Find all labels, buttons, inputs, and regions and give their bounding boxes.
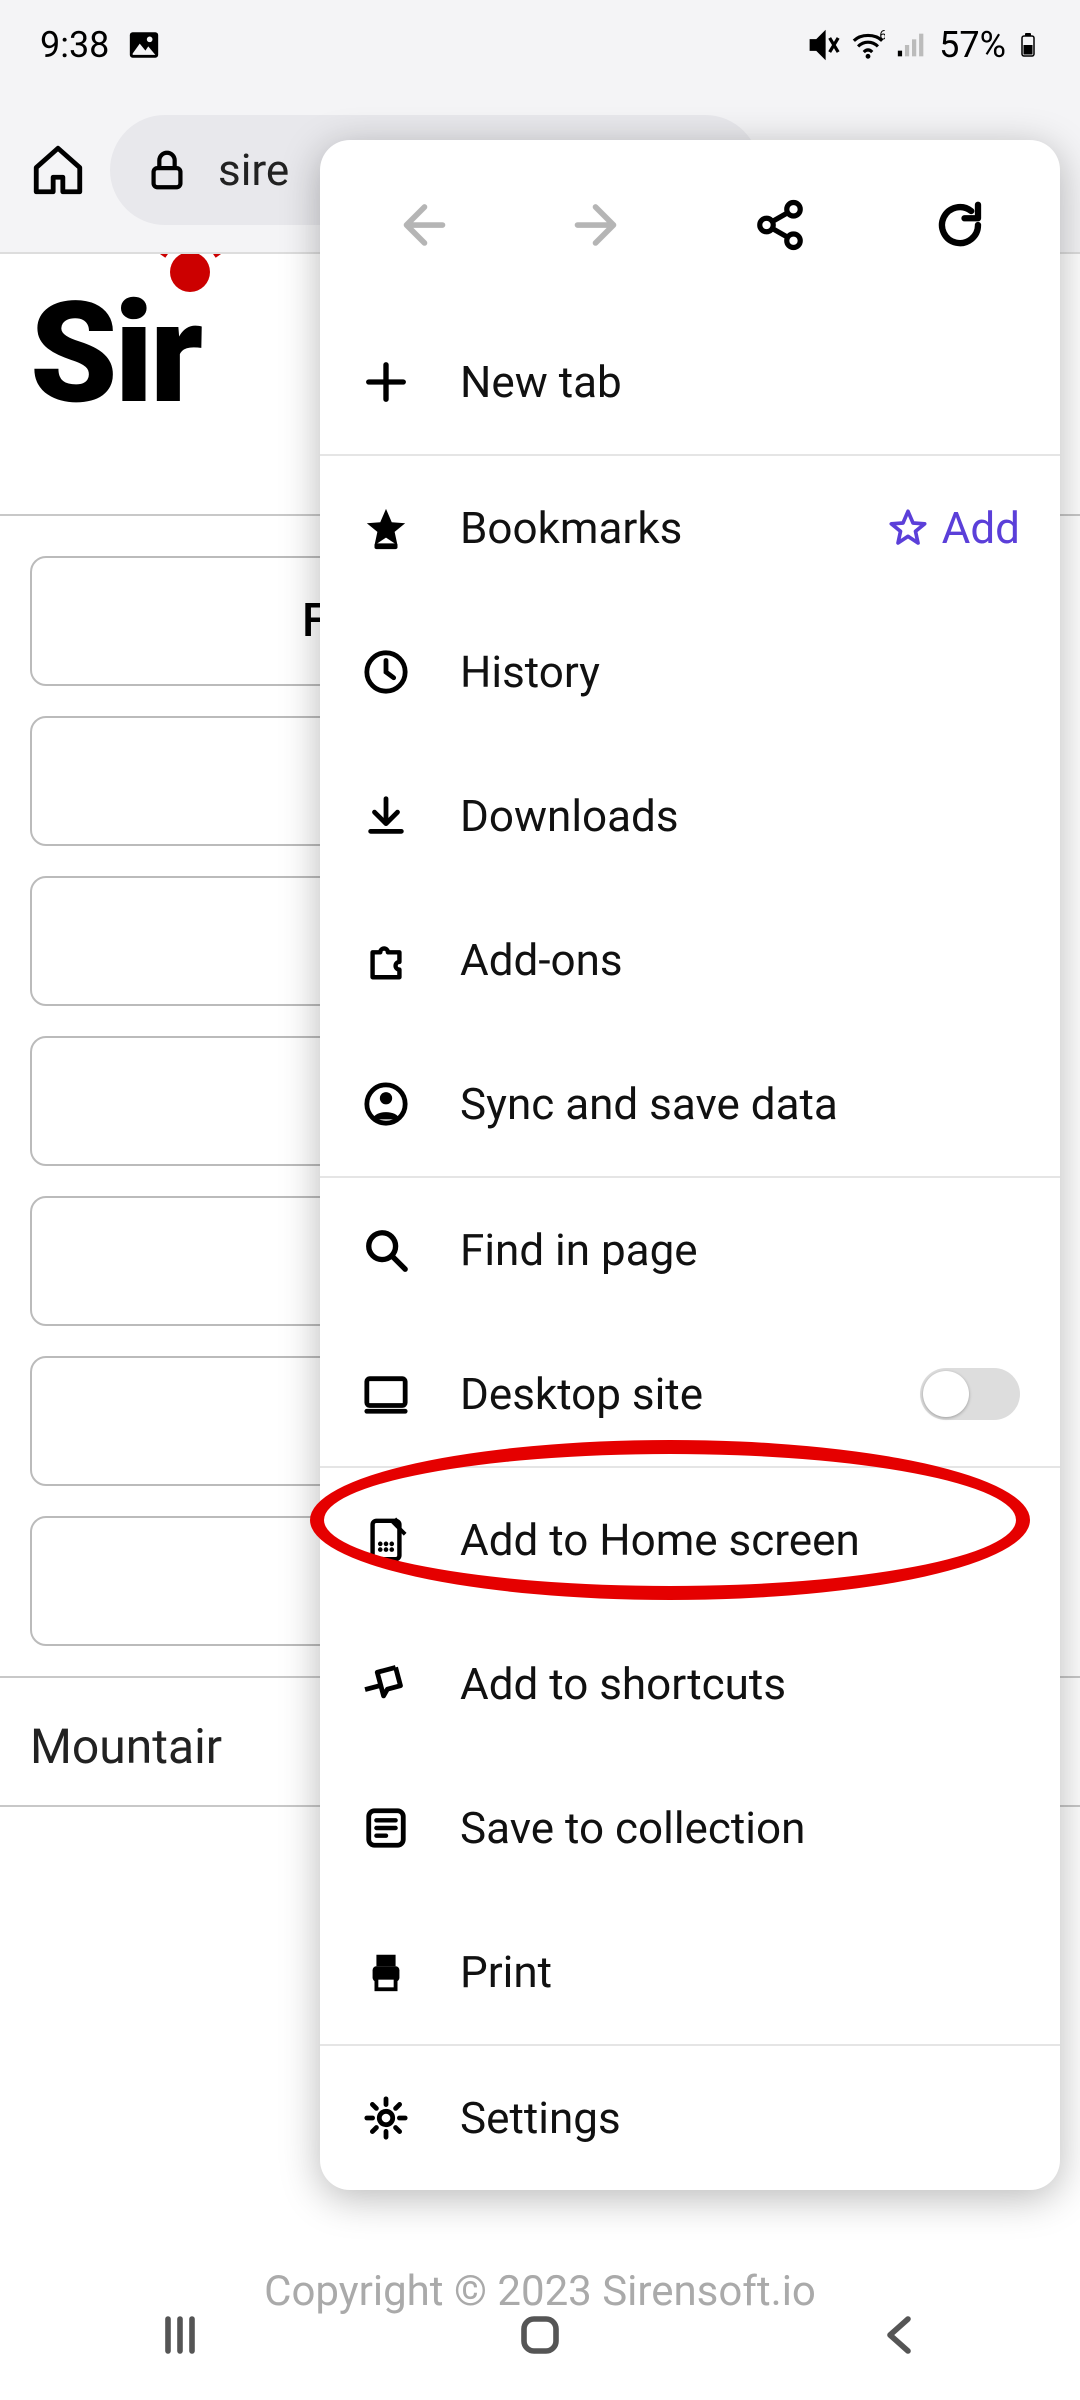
account-icon — [360, 1078, 412, 1130]
menu-label: Print — [460, 1946, 1020, 1998]
menu-label: Find in page — [460, 1224, 1020, 1276]
plus-icon — [360, 356, 412, 408]
desktop-icon — [360, 1368, 412, 1420]
menu-add-home-screen[interactable]: Add to Home screen — [320, 1468, 1060, 1612]
menu-label: Save to collection — [460, 1802, 1020, 1854]
menu-label: Add to shortcuts — [460, 1658, 1020, 1710]
menu-downloads[interactable]: Downloads — [320, 744, 1060, 888]
download-icon — [360, 790, 412, 842]
menu-new-tab[interactable]: New tab — [320, 310, 1060, 454]
picture-icon — [127, 28, 161, 62]
menu-label: History — [460, 646, 1020, 698]
svg-text:6: 6 — [879, 28, 885, 43]
status-right: 6 57% — [807, 24, 1040, 66]
home-nav-button[interactable] — [510, 2305, 570, 2365]
print-icon — [360, 1946, 412, 1998]
status-bar: 9:38 6 57% — [0, 0, 1080, 90]
menu-label: Settings — [460, 2092, 1020, 2144]
clock-icon — [360, 646, 412, 698]
puzzle-icon — [360, 934, 412, 986]
android-nav-bar — [0, 2270, 1080, 2400]
menu-sync[interactable]: Sync and save data — [320, 1032, 1060, 1176]
back-nav-button[interactable] — [870, 2305, 930, 2365]
search-icon — [360, 1224, 412, 1276]
star-icon — [360, 502, 412, 554]
menu-find[interactable]: Find in page — [320, 1178, 1060, 1322]
desktop-site-toggle[interactable] — [920, 1368, 1020, 1420]
menu-toolbar — [320, 140, 1060, 310]
status-left: 9:38 — [40, 24, 161, 66]
bookmark-add-button[interactable]: Add — [888, 502, 1020, 554]
menu-desktop-site[interactable]: Desktop site — [320, 1322, 1060, 1466]
status-time: 9:38 — [40, 24, 109, 66]
menu-label: New tab — [460, 356, 1020, 408]
pin-icon — [360, 1658, 412, 1710]
collection-icon — [360, 1802, 412, 1854]
mute-icon — [807, 28, 841, 62]
gear-icon — [360, 2092, 412, 2144]
menu-label: Add to Home screen — [460, 1514, 1020, 1566]
browser-menu: New tab Bookmarks Add History Downloads … — [320, 140, 1060, 2190]
share-button[interactable] — [750, 195, 810, 255]
menu-label: Bookmarks — [460, 502, 840, 554]
menu-label: Add-ons — [460, 934, 1020, 986]
lock-icon — [144, 147, 190, 193]
menu-add-shortcuts[interactable]: Add to shortcuts — [320, 1612, 1060, 1756]
menu-print[interactable]: Print — [320, 1900, 1060, 2044]
wifi-icon: 6 — [851, 28, 885, 62]
menu-settings[interactable]: Settings — [320, 2046, 1060, 2190]
menu-label: Sync and save data — [460, 1078, 1020, 1130]
recents-button[interactable] — [150, 2305, 210, 2365]
menu-history[interactable]: History — [320, 600, 1060, 744]
reload-button[interactable] — [930, 195, 990, 255]
battery-text: 57% — [939, 24, 1006, 66]
url-text: sire — [218, 144, 289, 196]
menu-label: Desktop site — [460, 1368, 872, 1420]
forward-button[interactable] — [570, 195, 630, 255]
home-button[interactable] — [28, 140, 88, 200]
back-button[interactable] — [390, 195, 450, 255]
menu-label: Downloads — [460, 790, 1020, 842]
signal-icon — [895, 28, 929, 62]
menu-save-collection[interactable]: Save to collection — [320, 1756, 1060, 1900]
battery-icon — [1016, 26, 1040, 64]
menu-addons[interactable]: Add-ons — [320, 888, 1060, 1032]
add-home-icon — [360, 1514, 412, 1566]
menu-bookmarks[interactable]: Bookmarks Add — [320, 456, 1060, 600]
